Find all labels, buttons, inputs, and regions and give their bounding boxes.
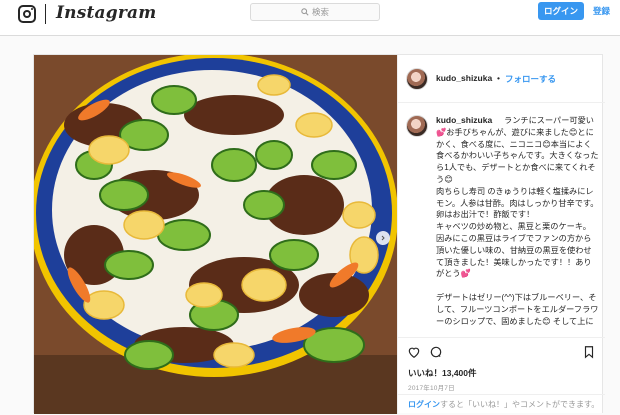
avatar[interactable] bbox=[406, 68, 428, 90]
search-placeholder: 検索 bbox=[311, 7, 329, 17]
post-photo[interactable] bbox=[34, 55, 397, 414]
caption-area: kudo_shizuka ランチにスーパー可愛い💕お手びちゃんが、遊びに来ました… bbox=[398, 107, 605, 325]
chevron-right-icon bbox=[381, 235, 385, 241]
follow-button[interactable]: フォローする bbox=[505, 73, 556, 85]
food-bowl-image bbox=[34, 55, 397, 414]
post-header: kudo_shizuka • フォローする bbox=[398, 55, 605, 103]
signup-link[interactable]: 登録 bbox=[593, 5, 610, 17]
login-button[interactable]: ログイン bbox=[538, 2, 584, 20]
login-prompt-text: すると「いいね！」やコメントができます。 bbox=[440, 400, 600, 409]
instagram-wordmark[interactable]: Instagram bbox=[56, 3, 156, 23]
post-card: kudo_shizuka • フォローする kudo_shizuka ランチにス… bbox=[33, 54, 605, 414]
comment-icon[interactable] bbox=[429, 345, 443, 359]
login-prompt-link[interactable]: ログイン bbox=[408, 400, 440, 409]
dot-separator: • bbox=[497, 73, 500, 83]
post-date: 2017年10月7日 bbox=[408, 385, 455, 392]
search-icon bbox=[301, 8, 309, 16]
caption-text: ランチにスーパー可愛い💕お手びちゃんが、遊びに来ました😊とにかく、食べる度に、ニ… bbox=[436, 116, 599, 325]
caption-avatar[interactable] bbox=[406, 115, 428, 137]
instagram-glyph-icon[interactable] bbox=[18, 5, 36, 23]
bookmark-icon[interactable] bbox=[582, 345, 596, 359]
post-username[interactable]: kudo_shizuka bbox=[436, 73, 492, 83]
carousel-next-button[interactable] bbox=[376, 231, 390, 245]
heart-icon[interactable] bbox=[407, 345, 421, 359]
post-sidebar: kudo_shizuka • フォローする kudo_shizuka ランチにス… bbox=[397, 55, 605, 414]
top-navigation-bar: Instagram 検索 ログイン 登録 bbox=[0, 0, 620, 36]
search-input[interactable]: 検索 bbox=[250, 3, 380, 21]
like-count[interactable]: いいね！13,400件 bbox=[408, 367, 477, 379]
login-prompt: ログインすると「いいね！」やコメントができます。 bbox=[398, 394, 605, 415]
post-actions: いいね！13,400件 2017年10月7日 ログインすると「いいね！」やコメン… bbox=[398, 337, 605, 414]
logo-divider bbox=[45, 4, 46, 24]
